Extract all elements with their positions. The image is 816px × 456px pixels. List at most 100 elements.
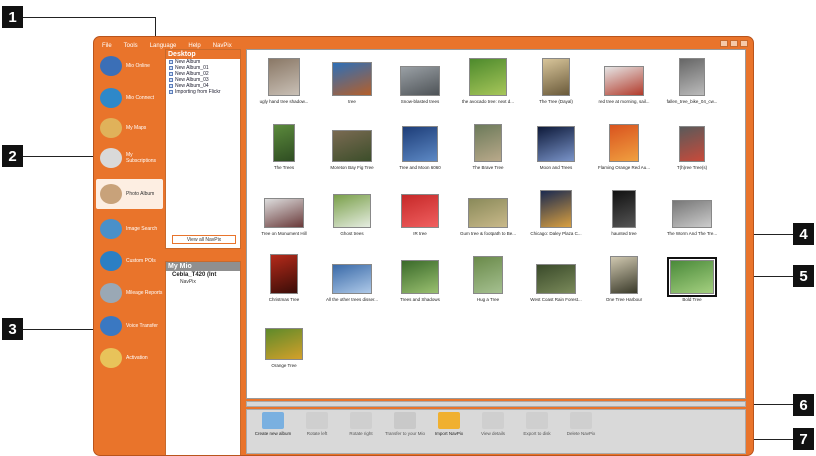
photo-thumbnail[interactable]: The Worm And The Tre... — [657, 186, 727, 246]
photo-image — [402, 126, 438, 162]
photo-thumbnail[interactable]: T(h)ree Tree(s) — [657, 120, 727, 180]
nav-icon — [100, 283, 122, 303]
photo-image — [270, 254, 298, 294]
photo-caption: IR tree — [413, 231, 427, 236]
nav-item[interactable]: Mio Online — [96, 51, 163, 81]
desktop-header: Desktop — [166, 50, 240, 59]
nav-item[interactable]: Mileage Reports — [96, 278, 163, 308]
photo-image — [400, 66, 440, 96]
nav-label: My Subscriptions — [126, 152, 157, 164]
nav-label: My Maps — [126, 125, 147, 131]
photo-caption: fallen_tree_bike_04_cw... — [666, 99, 718, 104]
photo-caption: ugly hand tree shadow... — [259, 99, 309, 104]
photo-caption: red tree at morning, sail... — [598, 99, 650, 104]
photo-caption: Snow-blasted trees — [400, 99, 440, 104]
toolbar-button[interactable]: Transfer to your Mio — [383, 410, 427, 453]
nav-item[interactable]: Voice Transfer — [96, 311, 163, 341]
photo-thumbnail[interactable]: red tree at morning, sail... — [589, 54, 659, 114]
callout-1-line — [23, 17, 155, 18]
close-button[interactable] — [740, 40, 748, 47]
photo-thumbnail[interactable]: All the other trees disser... — [317, 252, 387, 312]
nav-item[interactable]: Photo Album — [96, 179, 163, 209]
photo-thumbnail[interactable]: West Coast Rain Forest... — [521, 252, 591, 312]
photo-image — [469, 58, 507, 96]
toolbar-button[interactable]: Export to disk — [515, 410, 559, 453]
toolbar-button[interactable]: Create new album — [251, 410, 295, 453]
photo-image — [609, 124, 639, 162]
toolbar-label: Rotate left — [306, 431, 328, 436]
photo-thumbnail[interactable]: Gum tree & footpath to Be... — [453, 186, 523, 246]
photo-caption: West Coast Rain Forest... — [530, 297, 582, 302]
window-controls — [720, 40, 748, 47]
photo-image — [610, 256, 638, 294]
nav-item[interactable]: Image Search — [96, 214, 163, 244]
callout-6: 6 — [793, 394, 814, 416]
tree-panel: Desktop New Album New Album_01 New Album_0… — [165, 49, 243, 455]
nav-item[interactable]: Mio Connect — [96, 83, 163, 113]
album-item[interactable]: Importing from Flickr — [166, 89, 240, 95]
photo-image — [264, 198, 304, 228]
minimize-button[interactable] — [720, 40, 728, 47]
nav-item[interactable]: Activation — [96, 343, 163, 373]
photo-thumbnail[interactable]: tree — [317, 54, 387, 114]
photo-caption: The Worm And The Tre... — [666, 231, 718, 236]
photo-thumbnail[interactable]: Christmas Tree — [249, 252, 319, 312]
photo-image — [332, 264, 372, 294]
nav-label: Activation — [126, 355, 148, 361]
photo-image — [468, 198, 508, 228]
photo-thumbnail[interactable]: One Tree Harbour — [589, 252, 659, 312]
photo-thumbnail[interactable]: Flaming Orange Red Au... — [589, 120, 659, 180]
callout-1: 1 — [2, 6, 23, 28]
nav-icon — [100, 184, 122, 204]
photo-caption: Tree and Moon 6060 — [399, 165, 441, 170]
photo-caption: tree — [348, 99, 356, 104]
photo-thumbnail[interactable]: IR tree — [385, 186, 455, 246]
photo-thumbnail[interactable]: Moon and Trees — [521, 120, 591, 180]
photo-thumbnail[interactable]: Ghost trees — [317, 186, 387, 246]
callout-2: 2 — [2, 145, 23, 167]
nav-item[interactable]: My Subscriptions — [96, 143, 163, 173]
album-icon — [169, 84, 173, 88]
toolbar-button[interactable]: Import NavPix — [427, 410, 471, 453]
photo-thumbnail[interactable]: Orange Tree — [249, 318, 319, 378]
photo-thumbnail[interactable]: The Trees — [249, 120, 319, 180]
nav-item[interactable]: Custom POIs — [96, 246, 163, 276]
app-window: File Tools Language Help NavPix Mio Onli… — [93, 36, 754, 456]
photo-image — [672, 200, 712, 228]
callout-7: 7 — [793, 428, 814, 450]
photo-thumbnail[interactable]: Bold Tree — [657, 252, 727, 312]
toolbar-button[interactable]: Delete NavPix — [559, 410, 603, 453]
photo-thumbnail[interactable]: ugly hand tree shadow... — [249, 54, 319, 114]
photo-thumbnail[interactable]: Snow-blasted trees — [385, 54, 455, 114]
photo-thumbnail[interactable]: the avocado tree: next d... — [453, 54, 523, 114]
toolbar-label: Import NavPix — [434, 431, 464, 436]
photo-caption: One Tree Harbour — [605, 297, 643, 302]
photo-thumbnail[interactable]: Tree on Monument Hill — [249, 186, 319, 246]
photo-thumbnail[interactable]: The Tree (Dayal) — [521, 54, 591, 114]
photo-thumbnail[interactable]: The Brave Tree — [453, 120, 523, 180]
toolbar-icon — [482, 412, 504, 429]
maximize-button[interactable] — [730, 40, 738, 47]
photo-thumbnail[interactable]: Trees and Shadows — [385, 252, 455, 312]
photo-thumbnail[interactable]: Hug a Tree — [453, 252, 523, 312]
photo-caption: The Tree (Dayal) — [539, 99, 573, 104]
device-node[interactable]: Cebla_T420 (Int — [166, 271, 240, 279]
photo-thumbnail[interactable]: fallen_tree_bike_04_cw... — [657, 54, 727, 114]
nav-item[interactable]: My Maps — [96, 113, 163, 143]
toolbar-button[interactable]: Rotate right — [339, 410, 383, 453]
toolbar-label: Transfer to your Mio — [384, 431, 426, 436]
toolbar-label: Export to disk — [523, 431, 551, 436]
toolbar-button[interactable]: Rotate left — [295, 410, 339, 453]
view-all-navpix-button[interactable]: View all NavPix — [172, 235, 236, 244]
photo-thumbnail[interactable]: Chicago: Daley Plaza C... — [521, 186, 591, 246]
photo-image — [332, 62, 372, 96]
photo-thumbnail[interactable]: Tree and Moon 6060 — [385, 120, 455, 180]
callout-5: 5 — [793, 265, 814, 287]
photo-image — [679, 58, 705, 96]
navpix-node[interactable]: NavPix — [166, 279, 240, 285]
toolbar-button[interactable]: View details — [471, 410, 515, 453]
my-mio-header: My Mio — [166, 262, 240, 271]
photo-thumbnail[interactable]: Moreton Bay Fig Tree — [317, 120, 387, 180]
photo-thumbnail[interactable]: haunted tree — [589, 186, 659, 246]
callout-3: 3 — [2, 318, 23, 340]
